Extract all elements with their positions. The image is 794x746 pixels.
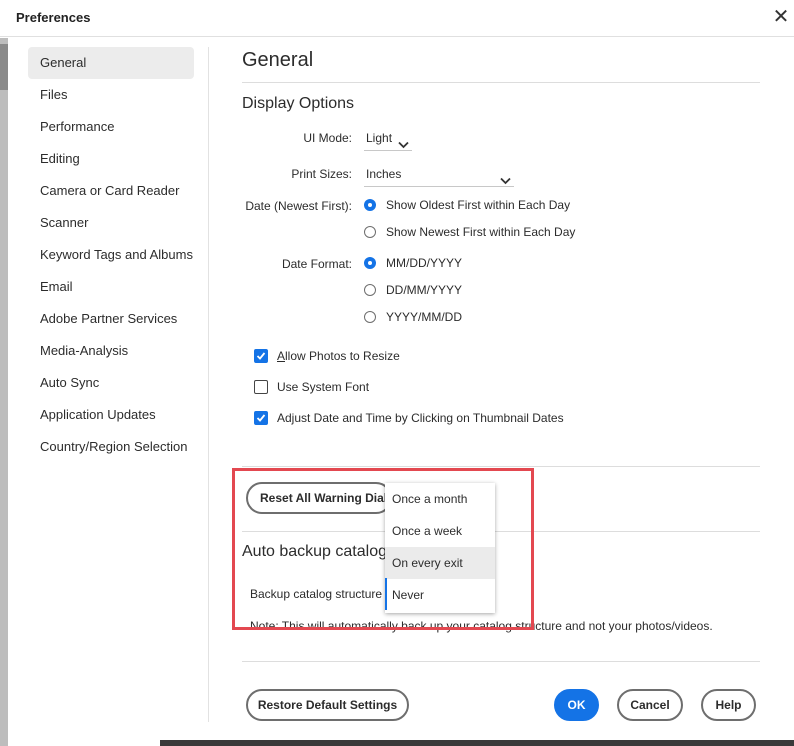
help-button[interactable]: Help (701, 689, 756, 721)
radio-mm-dd-yyyy[interactable]: MM/DD/YYYY (364, 256, 462, 270)
radio-oldest-first-label: Show Oldest First within Each Day (386, 198, 571, 212)
radio-mm-dd-yyyy-label: MM/DD/YYYY (386, 256, 463, 270)
dialog-title: Preferences (16, 10, 91, 25)
radio-dd-mm-yyyy[interactable]: DD/MM/YYYY (364, 283, 462, 297)
radio-dd-mm-yyyy-label: DD/MM/YYYY (386, 283, 463, 297)
sidebar-divider (208, 47, 209, 722)
reset-warning-dialogs-button[interactable]: Reset All Warning Dial (246, 482, 392, 514)
ui-mode-value: Light (366, 131, 393, 145)
checkbox-allow-photos-resize[interactable]: Allow Photos to Resize (254, 349, 400, 363)
sidebar-item-email[interactable]: Email (28, 271, 194, 303)
section-divider (242, 466, 760, 467)
backup-structure-label: Backup catalog structure (250, 587, 383, 601)
ok-button[interactable]: OK (554, 689, 599, 721)
ui-mode-dropdown[interactable]: Light (364, 126, 412, 151)
menu-focus-accent (385, 578, 387, 610)
close-icon[interactable]: ✕ (770, 5, 792, 29)
title-divider (242, 82, 760, 83)
background-window-scrollbar (0, 44, 8, 90)
sidebar-item-performance[interactable]: Performance (28, 111, 194, 143)
menu-item-never[interactable]: Never (385, 579, 495, 611)
sidebar-item-application-updates[interactable]: Application Updates (28, 399, 194, 431)
radio-oldest-first[interactable]: Show Oldest First within Each Day (364, 198, 570, 212)
auto-backup-heading: Auto backup catalog (242, 543, 387, 560)
radio-yyyy-mm-dd[interactable]: YYYY/MM/DD (364, 310, 462, 324)
sidebar-item-scanner[interactable]: Scanner (28, 207, 194, 239)
print-sizes-label: Print Sizes: (291, 167, 352, 181)
radio-newest-first-label: Show Newest First within Each Day (386, 225, 576, 239)
preferences-dialog: Preferences ✕ General Files Performance … (0, 0, 794, 746)
radio-selected-indicator (364, 199, 376, 211)
sidebar-item-keyword-tags[interactable]: Keyword Tags and Albums (28, 239, 194, 271)
print-sizes-value: Inches (366, 167, 402, 181)
sidebar: General Files Performance Editing Camera… (28, 47, 194, 463)
radio-yyyy-mm-dd-label: YYYY/MM/DD (386, 310, 463, 324)
radio-selected-indicator (364, 257, 376, 269)
cancel-button[interactable]: Cancel (617, 689, 683, 721)
date-format-label: Date Format: (281, 257, 352, 271)
restore-default-settings-button[interactable]: Restore Default Settings (246, 689, 409, 721)
chevron-down-icon (398, 133, 409, 157)
checkbox-use-system-font[interactable]: Use System Font (254, 380, 369, 394)
ui-mode-label: UI Mode: (303, 131, 352, 145)
checkmark-icon (254, 349, 268, 363)
sidebar-item-editing[interactable]: Editing (28, 143, 194, 175)
chevron-down-icon (500, 169, 511, 193)
radio-unselected-indicator (364, 284, 376, 296)
sidebar-item-camera-or-card-reader[interactable]: Camera or Card Reader (28, 175, 194, 207)
display-options-heading: Display Options (242, 95, 355, 112)
date-order-label: Date (Newest First): (245, 199, 352, 213)
background-window-strip (0, 38, 8, 746)
menu-item-once-a-month[interactable]: Once a month (385, 483, 495, 515)
radio-unselected-indicator (364, 311, 376, 323)
background-window-edge (160, 740, 794, 746)
checkbox-allow-photos-resize-label: Allow Photos to Resize (277, 349, 400, 363)
menu-item-once-a-week[interactable]: Once a week (385, 515, 495, 547)
menu-item-on-every-exit[interactable]: On every exit (385, 547, 495, 579)
print-sizes-dropdown[interactable]: Inches (364, 162, 514, 187)
sidebar-item-files[interactable]: Files (28, 79, 194, 111)
backup-frequency-menu: Once a month Once a week On every exit N… (385, 483, 495, 613)
checkmark-icon (254, 411, 268, 425)
radio-newest-first[interactable]: Show Newest First within Each Day (364, 225, 575, 239)
sidebar-item-adobe-partner-services[interactable]: Adobe Partner Services (28, 303, 194, 335)
radio-unselected-indicator (364, 226, 376, 238)
sidebar-item-media-analysis[interactable]: Media-Analysis (28, 335, 194, 367)
checkbox-adjust-date-time[interactable]: Adjust Date and Time by Clicking on Thum… (254, 411, 564, 425)
title-bar: Preferences ✕ (0, 0, 794, 37)
sidebar-item-general[interactable]: General (28, 47, 194, 79)
sidebar-item-auto-sync[interactable]: Auto Sync (28, 367, 194, 399)
footer-divider (242, 661, 760, 662)
backup-note: Note: This will automatically back up yo… (250, 619, 713, 633)
section-divider (242, 531, 760, 532)
sidebar-item-country-region[interactable]: Country/Region Selection (28, 431, 194, 463)
page-title: General (242, 49, 314, 71)
checkbox-adjust-date-time-label: Adjust Date and Time by Clicking on Thum… (277, 411, 564, 425)
checkbox-use-system-font-label: Use System Font (277, 380, 370, 394)
checkbox-empty-indicator (254, 380, 268, 394)
